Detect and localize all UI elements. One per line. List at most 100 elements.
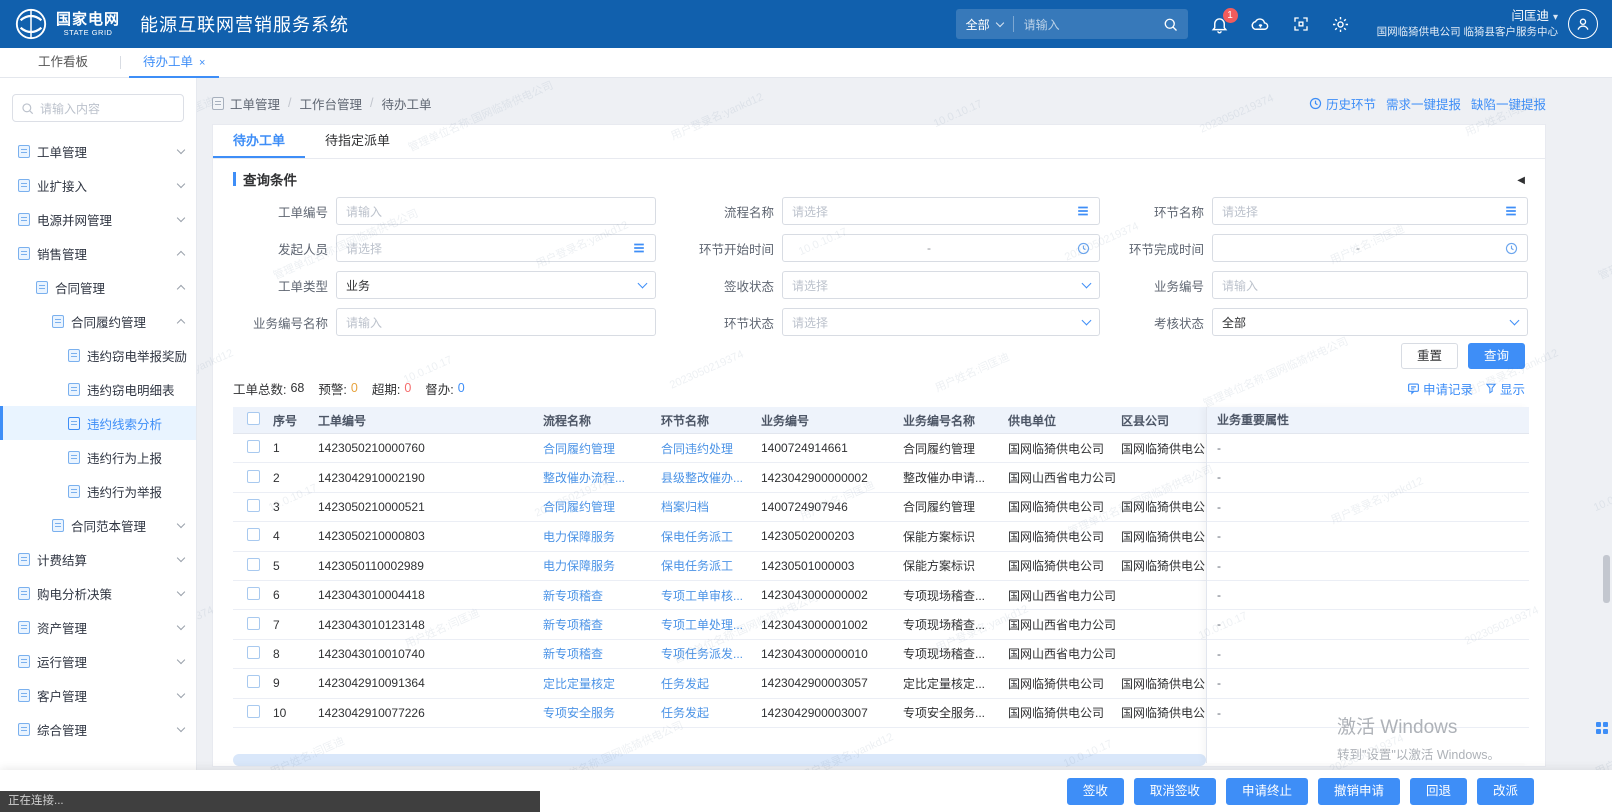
sidebar-item[interactable]: 违约窃电举报奖励 <box>0 338 196 372</box>
step-name-link[interactable]: 任务发起 <box>661 675 761 692</box>
doc-icon <box>18 689 30 702</box>
sidebar-item[interactable]: 销售管理 <box>0 236 196 270</box>
action-button[interactable]: 签收 <box>1067 778 1124 805</box>
field-picker[interactable]: 请选择 <box>336 234 656 262</box>
sidebar-item[interactable]: 计费结算 <box>0 542 196 576</box>
avatar[interactable] <box>1568 9 1598 39</box>
field-picker[interactable]: 请选择 <box>782 197 1100 225</box>
row-checkbox[interactable] <box>247 470 260 483</box>
display-filter-link[interactable]: 显示 <box>1485 379 1525 398</box>
step-name-link[interactable]: 合同违约处理 <box>661 440 761 457</box>
field-input[interactable]: 请输入 <box>336 197 656 225</box>
select-all-checkbox[interactable] <box>247 412 260 425</box>
flow-name-link[interactable]: 新专项稽查 <box>543 587 661 604</box>
field-select[interactable]: 业务 <box>336 271 656 299</box>
field-select[interactable]: 请选择 <box>782 271 1100 299</box>
action-button[interactable]: 回退 <box>1410 778 1467 805</box>
sidebar-item[interactable]: 违约行为举报 <box>0 474 196 508</box>
row-checkbox[interactable] <box>247 646 260 659</box>
user-name-dropdown[interactable]: 闫匡迪 <box>1377 9 1558 25</box>
flow-name-link[interactable]: 合同履约管理 <box>543 498 661 515</box>
apply-records-link[interactable]: 申请记录 <box>1407 379 1473 398</box>
sidebar-item[interactable]: 合同履约管理 <box>0 304 196 338</box>
field-daterange[interactable]: - <box>1212 234 1528 262</box>
flow-name-link[interactable]: 合同履约管理 <box>543 440 661 457</box>
sidebar-item[interactable]: 工单管理 <box>0 134 196 168</box>
field-daterange[interactable]: - <box>782 234 1100 262</box>
collapse-icon[interactable] <box>1517 172 1525 186</box>
flow-name-link[interactable]: 整改催办流程... <box>543 469 661 486</box>
tab-pending-dispatch[interactable]: 待指定派单 <box>305 125 410 158</box>
demand-report-link[interactable]: 需求一键提报 <box>1386 94 1461 113</box>
action-button[interactable]: 改派 <box>1477 778 1534 805</box>
step-name-link[interactable]: 任务发起 <box>661 704 761 721</box>
search-icon[interactable] <box>1163 17 1178 32</box>
flow-name-link[interactable]: 新专项稽查 <box>543 645 661 662</box>
fullscreen-button[interactable] <box>1292 15 1310 33</box>
global-search[interactable]: 全部 请输入 <box>956 9 1188 39</box>
step-name-link[interactable]: 保电任务派工 <box>661 528 761 545</box>
row-checkbox[interactable] <box>247 528 260 541</box>
search-button[interactable]: 查询 <box>1468 343 1525 369</box>
sidebar-item[interactable]: 违约窃电明细表 <box>0 372 196 406</box>
step-name-link[interactable]: 专项工单处理... <box>661 616 761 633</box>
step-name-link[interactable]: 县级整改催办... <box>661 469 761 486</box>
sidebar-item[interactable]: 电源并网管理 <box>0 202 196 236</box>
step-name-link[interactable]: 保电任务派工 <box>661 557 761 574</box>
horizontal-scrollbar[interactable] <box>233 754 1206 766</box>
breadcrumb-item[interactable]: 工单管理 <box>230 94 280 113</box>
flow-name-link[interactable]: 电力保障服务 <box>543 557 661 574</box>
history-steps-link[interactable]: 历史环节 <box>1309 94 1376 113</box>
sidebar-item[interactable]: 购电分析决策 <box>0 576 196 610</box>
sidebar-item[interactable]: 业扩接入 <box>0 168 196 202</box>
sidebar-search-input[interactable]: 请输入内容 <box>12 94 184 122</box>
defect-report-link[interactable]: 缺陷一键提报 <box>1471 94 1546 113</box>
search-scope-select[interactable]: 全部 <box>966 16 990 33</box>
row-checkbox[interactable] <box>247 587 260 600</box>
chevron-down-icon <box>177 655 185 663</box>
sidebar-item[interactable]: 违约线索分析 <box>0 406 196 440</box>
notifications-button[interactable]: 1 <box>1210 15 1229 34</box>
field-picker[interactable]: 请选择 <box>1212 197 1528 225</box>
field-select[interactable]: 全部 <box>1212 308 1528 336</box>
close-icon[interactable]: × <box>199 57 205 69</box>
action-button[interactable]: 取消签收 <box>1134 778 1216 805</box>
sidebar-item[interactable]: 合同范本管理 <box>0 508 196 542</box>
sidebar-item[interactable]: 运行管理 <box>0 644 196 678</box>
tab-workboard[interactable]: 工作看板 <box>24 48 102 78</box>
settings-button[interactable] <box>1331 15 1350 34</box>
row-checkbox[interactable] <box>247 705 260 718</box>
tab-pending-orders[interactable]: 待办工单 <box>213 125 305 158</box>
field-input[interactable]: 请输入 <box>336 308 656 336</box>
row-checkbox[interactable] <box>247 675 260 688</box>
tab-todo-orders[interactable]: 待办工单× <box>129 48 219 78</box>
flow-name-link[interactable]: 新专项稽查 <box>543 616 661 633</box>
breadcrumb-item[interactable]: 工作台管理 <box>300 94 363 113</box>
cloud-sync-button[interactable] <box>1250 15 1271 34</box>
row-checkbox[interactable] <box>247 440 260 453</box>
sidebar-item[interactable]: 违约行为上报 <box>0 440 196 474</box>
row-checkbox[interactable] <box>247 558 260 571</box>
county-org: 国网临猗供电公司 <box>1121 675 1206 692</box>
sidebar-item[interactable]: 合同管理 <box>0 270 196 304</box>
action-button[interactable]: 撤销申请 <box>1318 778 1400 805</box>
action-button[interactable]: 申请终止 <box>1226 778 1308 805</box>
sidebar-item[interactable]: 客户管理 <box>0 678 196 712</box>
field-select[interactable]: 请选择 <box>782 308 1100 336</box>
sidebar-item[interactable]: 资产管理 <box>0 610 196 644</box>
search-input[interactable]: 请输入 <box>1024 16 1163 33</box>
reset-button[interactable]: 重置 <box>1401 343 1458 369</box>
county-org: 国网临猗供电公司 <box>1121 704 1206 721</box>
flow-name-link[interactable]: 电力保障服务 <box>543 528 661 545</box>
flow-name-link[interactable]: 定比定量核定 <box>543 675 661 692</box>
field-input[interactable]: 请输入 <box>1212 271 1528 299</box>
step-name-link[interactable]: 档案归档 <box>661 498 761 515</box>
vertical-scrollbar-thumb[interactable] <box>1603 555 1610 603</box>
sidebar-item[interactable]: 综合管理 <box>0 712 196 746</box>
flow-name-link[interactable]: 专项安全服务 <box>543 704 661 721</box>
step-name-link[interactable]: 专项工单审核... <box>661 587 761 604</box>
column-settings-icon[interactable] <box>1596 722 1609 735</box>
row-checkbox[interactable] <box>247 499 260 512</box>
row-checkbox[interactable] <box>247 617 260 630</box>
step-name-link[interactable]: 专项任务派发... <box>661 645 761 662</box>
